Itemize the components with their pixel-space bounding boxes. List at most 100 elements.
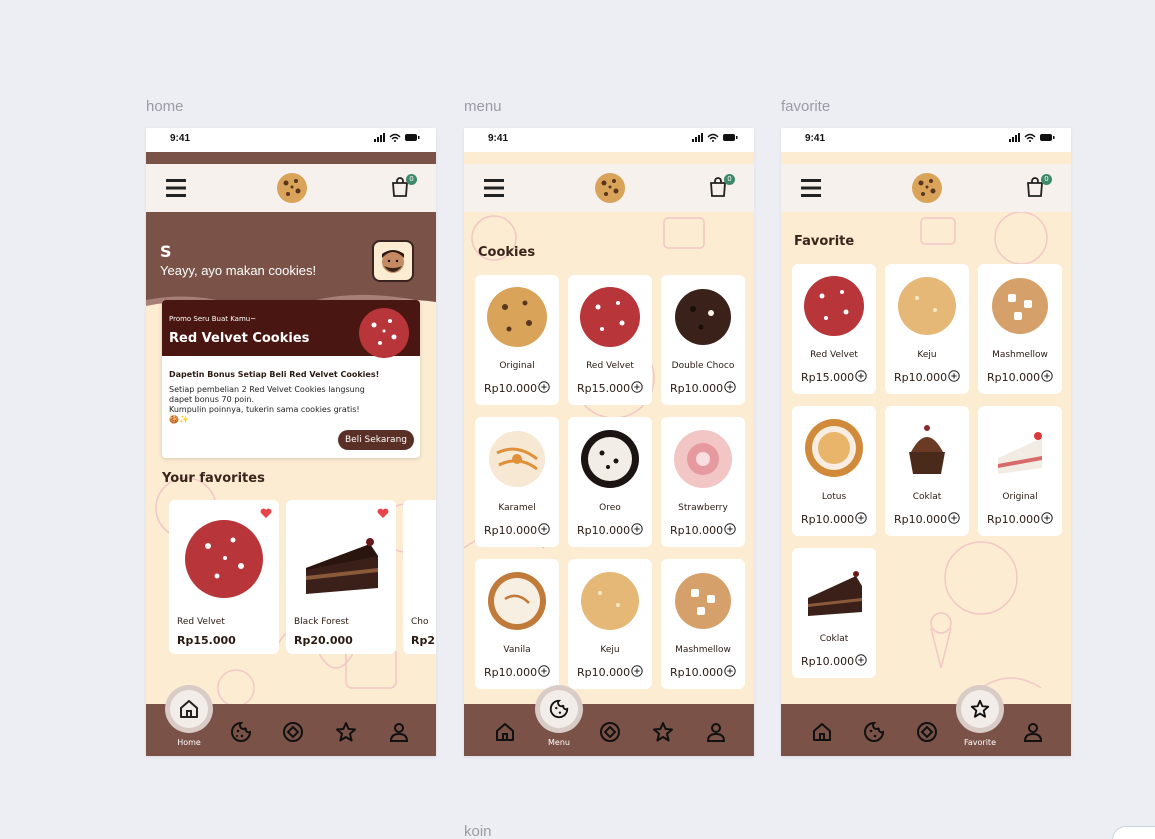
coin-icon[interactable] [598, 720, 622, 744]
add-to-cart-icon[interactable] [724, 523, 736, 535]
coin-icon[interactable] [281, 720, 305, 744]
product-image [675, 289, 731, 345]
product-price: Rp10.000 [894, 371, 948, 384]
product-card[interactable]: Karamel Rp10.000 [475, 417, 559, 547]
promo-card[interactable]: Promo Seru Buat Kamu~ Red Velvet Cookies… [162, 300, 420, 458]
black-forest-cake-image [306, 538, 378, 594]
profile-icon[interactable] [704, 720, 728, 744]
add-to-cart-icon[interactable] [538, 523, 550, 535]
product-card[interactable]: Original Rp10.000 [475, 275, 559, 405]
home-icon[interactable] [493, 720, 517, 744]
nav-home-active[interactable] [170, 690, 208, 728]
profile-icon[interactable] [387, 720, 411, 744]
coin-icon[interactable] [915, 720, 939, 744]
favorite-card[interactable]: Black Forest Rp20.000 [286, 500, 396, 654]
product-name: Mashmellow [992, 350, 1048, 360]
product-price: Rp10.000 [987, 371, 1041, 384]
add-to-cart-icon[interactable] [1041, 370, 1053, 382]
add-to-cart-icon[interactable] [724, 665, 736, 677]
favorites-section-title: Your favorites [162, 471, 265, 486]
product-price: Rp15.000 [177, 634, 236, 647]
product-card[interactable]: Red Velvet Rp15.000 [568, 275, 652, 405]
signal-wifi-battery-icon [374, 133, 420, 142]
cart-button[interactable]: 0 [1025, 174, 1052, 200]
favorite-card[interactable]: Cho Rp2 [403, 500, 436, 654]
hamburger-menu-icon[interactable] [799, 176, 823, 200]
product-card[interactable]: Strawberry Rp10.000 [661, 417, 745, 547]
add-to-cart-icon[interactable] [631, 523, 643, 535]
product-name: Original [499, 361, 535, 371]
nav-favorite-active[interactable] [961, 690, 999, 728]
product-name: Red Velvet [177, 617, 225, 627]
menu-section-title: Cookies [478, 245, 536, 260]
app-header: 0 [781, 164, 1071, 212]
product-image [580, 287, 640, 347]
cart-count-badge: 0 [1041, 174, 1052, 185]
product-card[interactable]: Keju Rp10.000 [568, 559, 652, 689]
add-to-cart-icon[interactable] [631, 665, 643, 677]
add-to-cart-icon[interactable] [948, 512, 960, 524]
status-bar: 9:41 [781, 128, 1071, 152]
status-bar: 9:41 [146, 128, 436, 152]
product-price: Rp10.000 [577, 666, 631, 679]
app-header: 0 [146, 164, 436, 212]
home-icon[interactable] [810, 720, 834, 744]
product-price: Rp10.000 [577, 524, 631, 537]
star-icon[interactable] [334, 720, 358, 744]
add-to-cart-icon[interactable] [855, 512, 867, 524]
product-price: Rp10.000 [484, 524, 538, 537]
add-to-cart-icon[interactable] [855, 370, 867, 382]
product-card[interactable]: Oreo Rp10.000 [568, 417, 652, 547]
product-card[interactable]: Keju Rp10.000 [885, 264, 969, 394]
profile-icon[interactable] [1021, 720, 1045, 744]
add-to-cart-icon[interactable] [855, 654, 867, 666]
star-icon[interactable] [651, 720, 675, 744]
product-card[interactable]: Coklat Rp10.000 [792, 548, 876, 678]
favorite-card[interactable]: Red Velvet Rp15.000 [169, 500, 279, 654]
add-to-cart-icon[interactable] [724, 381, 736, 393]
product-card[interactable]: Mashmellow Rp10.000 [661, 559, 745, 689]
avatar-face-icon [382, 250, 404, 273]
product-image [581, 572, 639, 630]
cookie-menu-icon[interactable] [229, 720, 253, 744]
product-price: Rp10.000 [484, 382, 538, 395]
product-card[interactable]: Double Choco Rp10.000 [661, 275, 745, 405]
product-card[interactable]: Mashmellow Rp10.000 [978, 264, 1062, 394]
product-image [808, 571, 862, 616]
nav-label-home: Home [177, 738, 201, 747]
product-name: Cho [411, 617, 429, 627]
product-name: Mashmellow [675, 645, 731, 655]
add-to-cart-icon[interactable] [631, 381, 643, 393]
hamburger-menu-icon[interactable] [482, 176, 506, 200]
product-card[interactable]: Vanila Rp10.000 [475, 559, 559, 689]
product-name: Vanila [503, 645, 531, 655]
cookie-logo-icon [277, 173, 307, 203]
add-to-cart-icon[interactable] [948, 370, 960, 382]
product-name: Strawberry [678, 503, 728, 513]
product-card[interactable]: Lotus Rp10.000 [792, 406, 876, 536]
user-avatar[interactable] [372, 240, 414, 282]
cart-button[interactable]: 0 [708, 174, 735, 200]
product-card[interactable]: Coklat Rp10.000 [885, 406, 969, 536]
product-card[interactable]: Original Rp10.000 [978, 406, 1062, 536]
promo-headline: Dapetin Bonus Setiap Beli Red Velvet Coo… [169, 370, 380, 379]
cart-button[interactable]: 0 [390, 174, 417, 200]
product-image [675, 573, 731, 629]
hamburger-menu-icon[interactable] [164, 176, 188, 200]
greeting-banner: S Yeayy, ayo makan cookies! [146, 212, 436, 316]
product-card[interactable]: Red Velvet Rp15.000 [792, 264, 876, 394]
add-to-cart-icon[interactable] [538, 665, 550, 677]
user-initial: S [160, 242, 172, 261]
bottom-nav: Menu [464, 690, 754, 756]
buy-now-button[interactable]: Beli Sekarang [337, 430, 414, 450]
product-name: Double Choco [671, 361, 735, 371]
product-price: Rp10.000 [670, 524, 724, 537]
frame-label-koin: koin [464, 823, 492, 839]
cookie-menu-icon[interactable] [862, 720, 886, 744]
promo-kicker: Promo Seru Buat Kamu~ [169, 315, 257, 323]
add-to-cart-icon[interactable] [538, 381, 550, 393]
nav-menu-active[interactable] [540, 690, 578, 728]
home-icon [180, 700, 198, 718]
cookie-logo-icon [912, 173, 942, 203]
add-to-cart-icon[interactable] [1041, 512, 1053, 524]
